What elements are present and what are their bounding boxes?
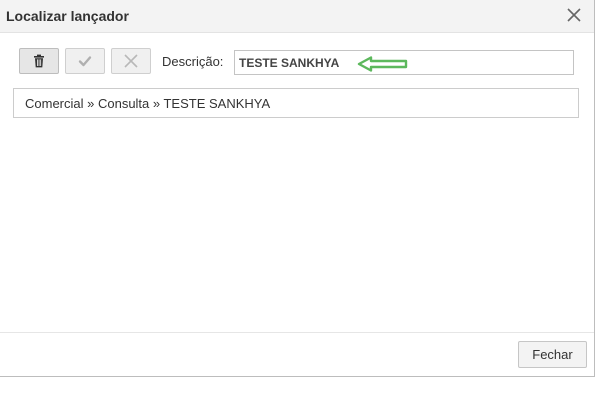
cancel-button[interactable] xyxy=(111,48,151,74)
trash-icon xyxy=(34,54,44,68)
result-path: Comercial » Consulta » TESTE SANKHYA xyxy=(25,96,271,111)
close-button[interactable]: Fechar xyxy=(518,341,587,368)
dialog-title: Localizar lançador xyxy=(6,8,129,24)
confirm-button[interactable] xyxy=(65,48,105,74)
left-arrow-annotation-icon xyxy=(357,56,408,72)
check-icon xyxy=(78,56,92,67)
dialog-titlebar: Localizar lançador xyxy=(0,0,594,33)
footer-divider xyxy=(0,332,594,333)
description-label: Descrição: xyxy=(162,54,224,69)
delete-button[interactable] xyxy=(19,48,59,74)
result-list-item[interactable]: Comercial » Consulta » TESTE SANKHYA xyxy=(13,88,579,118)
description-value: TESTE SANKHYA xyxy=(239,56,340,70)
x-icon xyxy=(124,54,138,68)
find-launcher-dialog: Localizar lançador Descrição: TESTE SANK… xyxy=(0,0,595,377)
close-icon[interactable] xyxy=(566,7,582,23)
